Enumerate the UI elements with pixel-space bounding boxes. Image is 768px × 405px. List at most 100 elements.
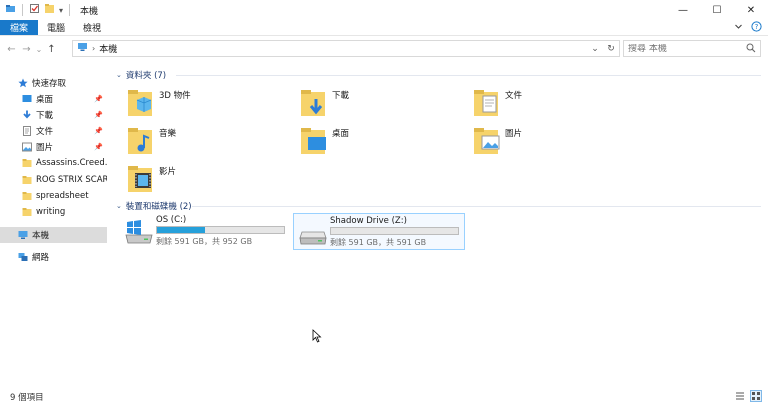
customize-toolbar-chevron-icon[interactable]: ▾ [59,6,63,15]
drive-icon [298,220,328,246]
folders-group-header[interactable]: ⌄ 資料夾 (7) [116,69,166,81]
folder-label: 3D 物件 [159,91,191,101]
folder-label: 下載 [332,91,350,101]
videos-folder-icon [126,162,156,194]
status-bar: 9 個項目 [0,388,768,405]
folder-pictures[interactable]: 圖片 [472,124,642,162]
windows-drive-icon [124,219,154,245]
drives-group-header[interactable]: ⌄ 裝置和磁碟機 (2) [116,200,192,212]
drive-space-info: 剩餘 591 GB，共 591 GB [330,238,427,247]
nav-item-label: spreadsheet [36,191,89,201]
folder-downloads[interactable]: 下載 [299,86,469,124]
address-dropdown-icon[interactable]: ⌄ [587,44,603,54]
nav-item-label: 桌面 [36,95,54,105]
window-controls: — ☐ ✕ [666,0,768,20]
help-icon[interactable]: ? [751,21,762,35]
recent-locations-button[interactable]: ⌄ [34,40,44,58]
nav-item-recent-folder[interactable]: spreadsheet [22,188,107,204]
nav-item-recent-folder[interactable]: Assassins.Creed.Od [22,155,107,171]
toolbar-divider [22,4,23,16]
nav-item-recent-folder[interactable]: ROG STRIX SCAR I [22,172,107,188]
folder-3d-objects[interactable]: 3D 物件 [126,86,296,124]
minimize-button[interactable]: — [666,0,700,20]
folder-videos[interactable]: 影片 [126,162,296,200]
address-bar-end: ⌄ ↻ [587,41,619,56]
collapse-chevron-icon[interactable]: ⌄ [116,202,122,210]
ribbon-right-controls: ? [734,20,762,36]
folder-icon [22,191,32,201]
breadcrumb-separator-icon[interactable]: › [92,44,95,53]
explorer-app-icon [5,3,16,17]
drive-name: Shadow Drive (Z:) [330,216,407,226]
back-button[interactable]: ← [4,40,19,58]
nav-quick-access[interactable]: 快速存取 [18,75,125,91]
pin-icon[interactable]: 📌 [94,127,103,135]
nav-item-label: 快速存取 [32,79,67,89]
nav-item-documents[interactable]: 文件 📌 [22,123,107,139]
pin-icon[interactable]: 📌 [94,111,103,119]
forward-button[interactable]: → [19,40,34,58]
folder-label: 桌面 [332,129,350,139]
nav-item-label: 本機 [32,231,50,241]
search-box[interactable] [623,40,761,57]
documents-folder-icon [472,86,502,118]
breadcrumb[interactable]: 本機 [99,42,117,55]
folder-documents[interactable]: 文件 [472,86,642,124]
nav-item-desktop[interactable]: 桌面 📌 [22,91,107,107]
tiles-view-icon[interactable] [750,390,762,402]
navigation-pane: 快速存取 桌面 📌 下載 📌 文件 📌 圖片 📌 Assassins.Creed… [0,66,112,386]
search-input[interactable] [628,43,738,54]
3d-objects-folder-icon [126,86,156,118]
nav-item-label: ROG STRIX SCAR I [36,175,107,185]
nav-item-recent-folder[interactable]: writing [22,204,107,220]
picture-icon [22,142,32,152]
tab-computer[interactable]: 電腦 [38,20,74,35]
nav-item-label: Assassins.Creed.Od [36,158,107,168]
refresh-button[interactable]: ↻ [603,44,619,54]
nav-item-this-pc[interactable]: 本機 [0,227,107,243]
nav-item-label: 圖片 [36,143,54,153]
content-pane: ⌄ 資料夾 (7) 3D 物件 下載 文件 音樂 桌面 圖片 影片 ⌄ 裝置和磁… [112,66,768,386]
drive-shadow-z[interactable]: Shadow Drive (Z:) 剩餘 591 GB，共 591 GB [293,213,465,250]
group-divider [192,206,761,207]
maximize-button[interactable]: ☐ [700,0,734,20]
title-bar: ▾ 本機 — ☐ ✕ [0,0,768,20]
drive-usage-bar [330,227,459,235]
drive-space-info: 剩餘 591 GB，共 952 GB [156,237,253,246]
details-view-icon[interactable] [734,390,746,402]
downloads-folder-icon [299,86,329,118]
nav-item-pictures[interactable]: 圖片 📌 [22,139,107,155]
collapse-chevron-icon[interactable]: ⌄ [116,71,122,79]
properties-icon[interactable] [29,3,40,17]
drive-os-c[interactable]: OS (C:) 剩餘 591 GB，共 952 GB [120,213,292,250]
up-button[interactable]: ↑ [44,40,59,58]
quick-access-toolbar: ▾ 本機 [0,0,98,20]
drive-name: OS (C:) [156,215,187,225]
pin-icon[interactable]: 📌 [94,95,103,103]
group-title: 資料夾 (7) [125,71,167,81]
folder-label: 音樂 [159,129,177,139]
nav-item-downloads[interactable]: 下載 📌 [22,107,107,123]
drive-usage-fill [157,227,206,233]
nav-item-label: 網路 [32,253,50,263]
drive-usage-bar [156,226,285,234]
address-bar[interactable]: › 本機 ⌄ ↻ [72,40,620,57]
close-button[interactable]: ✕ [734,0,768,20]
folder-label: 文件 [505,91,523,101]
folder-label: 圖片 [505,129,523,139]
nav-item-network[interactable]: 網路 [18,249,125,265]
group-divider [176,75,761,76]
tab-view[interactable]: 檢視 [74,20,110,35]
folder-music[interactable]: 音樂 [126,124,296,162]
toolbar-divider [69,4,71,16]
new-folder-icon[interactable] [44,3,55,17]
ribbon-tabs: 檔案 電腦 檢視 ? [0,20,768,36]
nav-item-label: writing [36,207,66,217]
music-folder-icon [126,124,156,156]
folder-desktop[interactable]: 桌面 [299,124,469,162]
chevron-down-icon[interactable] [734,22,743,34]
pin-icon[interactable]: 📌 [94,143,103,151]
desktop-folder-icon [299,124,329,156]
star-icon [18,78,28,88]
tab-file[interactable]: 檔案 [0,20,39,35]
